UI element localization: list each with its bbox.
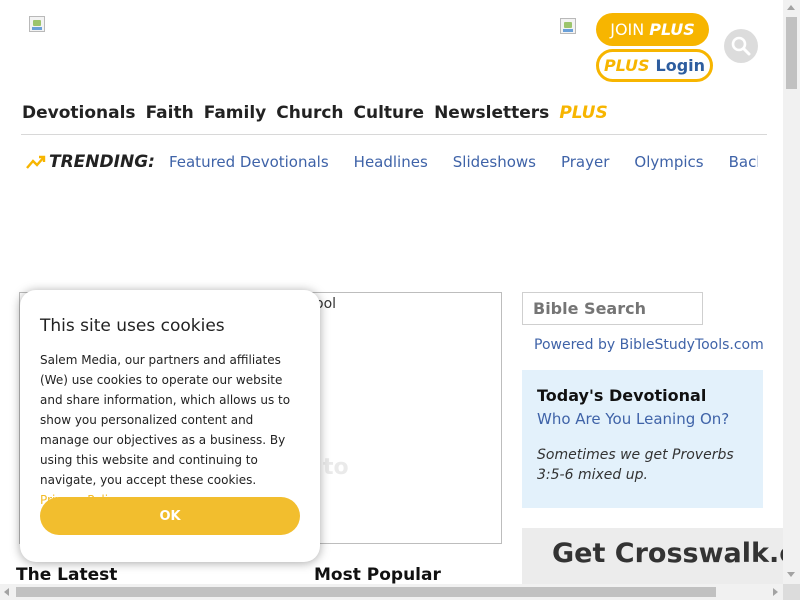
trending-link-prayer[interactable]: Prayer — [561, 153, 609, 171]
cookie-ok-button[interactable]: OK — [40, 497, 300, 535]
vertical-scroll-thumb[interactable] — [786, 17, 797, 89]
scroll-left-arrow-icon[interactable] — [4, 588, 9, 596]
trending-label: TRENDING: — [26, 152, 155, 172]
trending-arrow-icon — [26, 155, 46, 169]
plus-login-button[interactable]: PLUS Login — [596, 49, 713, 82]
scroll-down-arrow-icon[interactable] — [787, 572, 795, 577]
cookie-title: This site uses cookies — [40, 316, 225, 336]
nav-item-family[interactable]: Family — [204, 103, 267, 123]
cookie-consent-dialog: This site uses cookies Salem Media, our … — [20, 290, 320, 562]
site-logo-image[interactable] — [29, 16, 45, 32]
trending-bar: TRENDING: Featured Devotionals Headlines… — [26, 150, 758, 174]
nav-item-devotionals[interactable]: Devotionals — [22, 103, 136, 123]
powered-by-link[interactable]: Powered by BibleStudyTools.com — [534, 337, 764, 353]
join-plus-button[interactable]: JOIN PLUS — [596, 13, 709, 46]
slideshow-overlay-text: to — [323, 455, 349, 480]
join-label: JOIN — [610, 20, 645, 39]
login-label: Login — [655, 56, 706, 75]
crosswalk-promo-text: Get Crosswalk.com — [552, 538, 783, 569]
devotional-link[interactable]: Who Are You Leaning On? — [537, 410, 749, 428]
scrollbar-corner — [783, 584, 800, 600]
cookie-message-text: Salem Media, our partners and affiliates… — [40, 353, 291, 487]
latest-heading: The Latest — [16, 565, 118, 585]
nav-item-newsletters[interactable]: Newsletters — [434, 103, 549, 123]
header-ad-image — [560, 18, 576, 34]
cookie-message: Salem Media, our partners and affiliates… — [40, 350, 300, 510]
trending-link-featured-devotionals[interactable]: Featured Devotionals — [169, 153, 329, 171]
devotional-title: Today's Devotional — [537, 386, 707, 405]
trending-link-slideshows[interactable]: Slideshows — [453, 153, 536, 171]
join-plus-label: PLUS — [649, 20, 695, 39]
nav-divider — [21, 134, 767, 135]
vertical-scrollbar[interactable] — [783, 0, 800, 584]
trending-link-back-to-school[interactable]: Back to School — [729, 153, 758, 171]
most-popular-heading: Most Popular — [314, 565, 441, 585]
search-icon — [731, 36, 751, 56]
trending-link-headlines[interactable]: Headlines — [354, 153, 428, 171]
crosswalk-promo[interactable]: Get Crosswalk.com — [522, 528, 783, 588]
nav-item-faith[interactable]: Faith — [146, 103, 194, 123]
login-plus-label: PLUS — [603, 56, 650, 75]
scroll-right-arrow-icon[interactable] — [773, 588, 778, 596]
main-navigation: Devotionals Faith Family Church Culture … — [22, 103, 608, 123]
horizontal-scroll-thumb[interactable] — [16, 587, 716, 597]
todays-devotional-card: Today's Devotional Who Are You Leaning O… — [522, 370, 763, 508]
nav-item-plus[interactable]: PLUS — [559, 103, 607, 123]
bible-search-input[interactable] — [522, 292, 703, 325]
scroll-up-arrow-icon[interactable] — [787, 5, 795, 10]
nav-item-church[interactable]: Church — [276, 103, 343, 123]
horizontal-scrollbar[interactable] — [0, 584, 783, 600]
nav-item-culture[interactable]: Culture — [354, 103, 425, 123]
trending-label-text: TRENDING: — [49, 152, 155, 172]
devotional-excerpt: Sometimes we get Proverbs 3:5-6 mixed up… — [537, 447, 734, 483]
trending-link-olympics[interactable]: Olympics — [634, 153, 703, 171]
search-button[interactable] — [724, 29, 758, 63]
